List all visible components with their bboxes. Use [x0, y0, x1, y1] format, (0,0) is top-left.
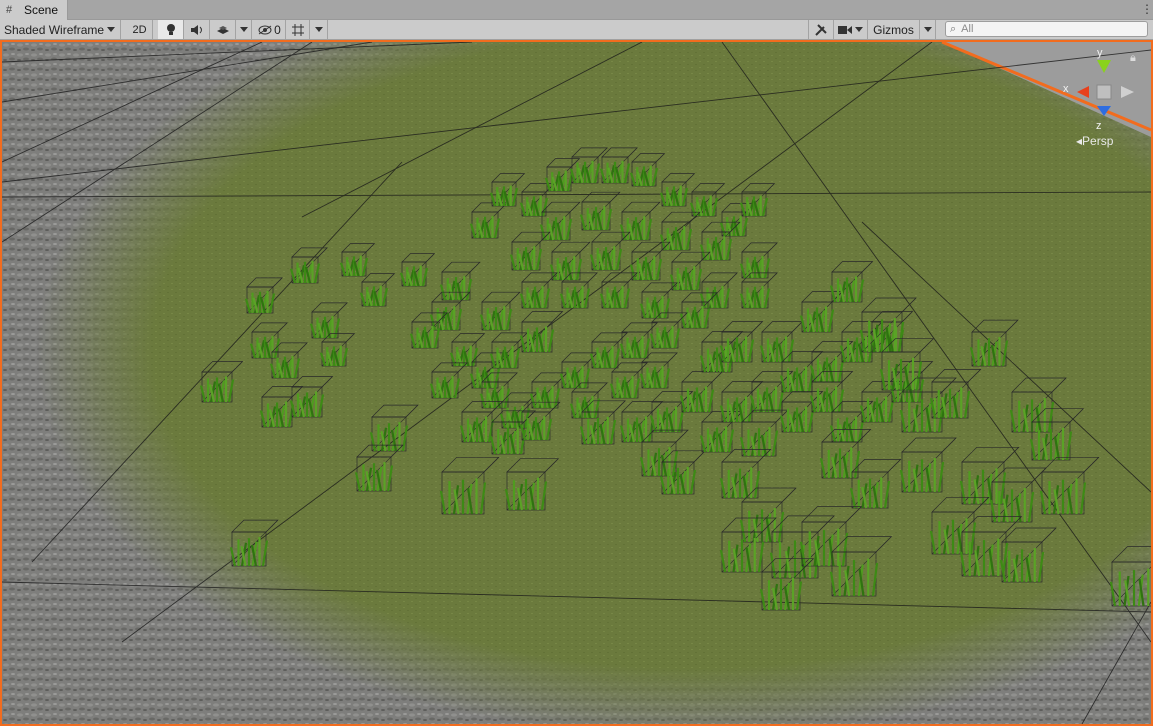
- grid-dropdown[interactable]: [310, 20, 328, 39]
- kebab-menu-icon[interactable]: ⋮: [1141, 2, 1153, 16]
- lock-icon[interactable]: 🔒︎: [1130, 52, 1136, 65]
- y-axis-cone[interactable]: [1097, 60, 1111, 73]
- scene-view-render[interactable]: [2, 42, 1151, 724]
- scene-viewport[interactable]: y x z 🔒︎ ◂Persp: [0, 40, 1153, 726]
- gizmo-x-label: x: [1063, 83, 1069, 95]
- lighting-toggle-button[interactable]: [158, 20, 184, 39]
- neg-x-axis-cone[interactable]: [1121, 86, 1134, 98]
- grid-icon: [291, 23, 304, 36]
- projection-label: Persp: [1082, 134, 1114, 148]
- grid-toggle-button[interactable]: [286, 20, 310, 39]
- search-icon: ⌕: [950, 22, 957, 35]
- chevron-down-icon: [239, 27, 248, 32]
- camera-icon: [838, 25, 852, 34]
- 2d-toggle-button[interactable]: 2D: [127, 20, 153, 39]
- tools-button[interactable]: [808, 20, 834, 39]
- gizmo-y-label: y: [1097, 47, 1103, 59]
- gizmo-z-label: z: [1096, 120, 1102, 132]
- scene-search-input[interactable]: ⌕ All: [945, 21, 1148, 37]
- eye-slash-icon: [258, 25, 272, 34]
- camera-settings-dropdown[interactable]: [834, 20, 868, 39]
- z-axis-cone[interactable]: [1097, 106, 1111, 116]
- effects-layers-icon: [216, 25, 229, 34]
- hidden-count: 0: [274, 22, 281, 37]
- draw-mode-dropdown[interactable]: Shaded Wireframe: [0, 20, 121, 39]
- tab-scene-label: Scene: [24, 3, 59, 17]
- search-placeholder: All: [961, 23, 974, 35]
- effects-dropdown[interactable]: [236, 20, 252, 39]
- projection-toggle[interactable]: ◂Persp: [1076, 134, 1113, 148]
- speaker-icon: [190, 24, 202, 35]
- tab-bar: # Scene ⋮: [0, 0, 1153, 20]
- tab-scene[interactable]: # Scene: [0, 0, 68, 20]
- light-bulb-icon: [166, 23, 175, 35]
- center-cube[interactable]: [1096, 84, 1112, 100]
- 2d-label: 2D: [132, 23, 147, 36]
- audio-toggle-button[interactable]: [184, 20, 210, 39]
- effects-toggle-button[interactable]: [210, 20, 236, 39]
- chevron-down-icon: [923, 27, 932, 32]
- chevron-down-icon: [855, 27, 863, 32]
- draw-mode-label: Shaded Wireframe: [4, 22, 105, 37]
- scene-toolbar: Shaded Wireframe 2D 0 Gizmos ⌕ All: [0, 20, 1153, 40]
- grid-icon: #: [6, 4, 13, 16]
- gizmos-dropdown[interactable]: [920, 20, 936, 39]
- tools-icon: [815, 23, 827, 36]
- gizmos-button[interactable]: Gizmos: [868, 20, 920, 39]
- gizmos-label: Gizmos: [873, 22, 914, 37]
- hidden-objects-toggle[interactable]: 0: [254, 20, 286, 39]
- chevron-down-icon: [314, 27, 323, 32]
- chevron-down-icon: [107, 27, 116, 32]
- x-axis-cone[interactable]: [1077, 86, 1089, 98]
